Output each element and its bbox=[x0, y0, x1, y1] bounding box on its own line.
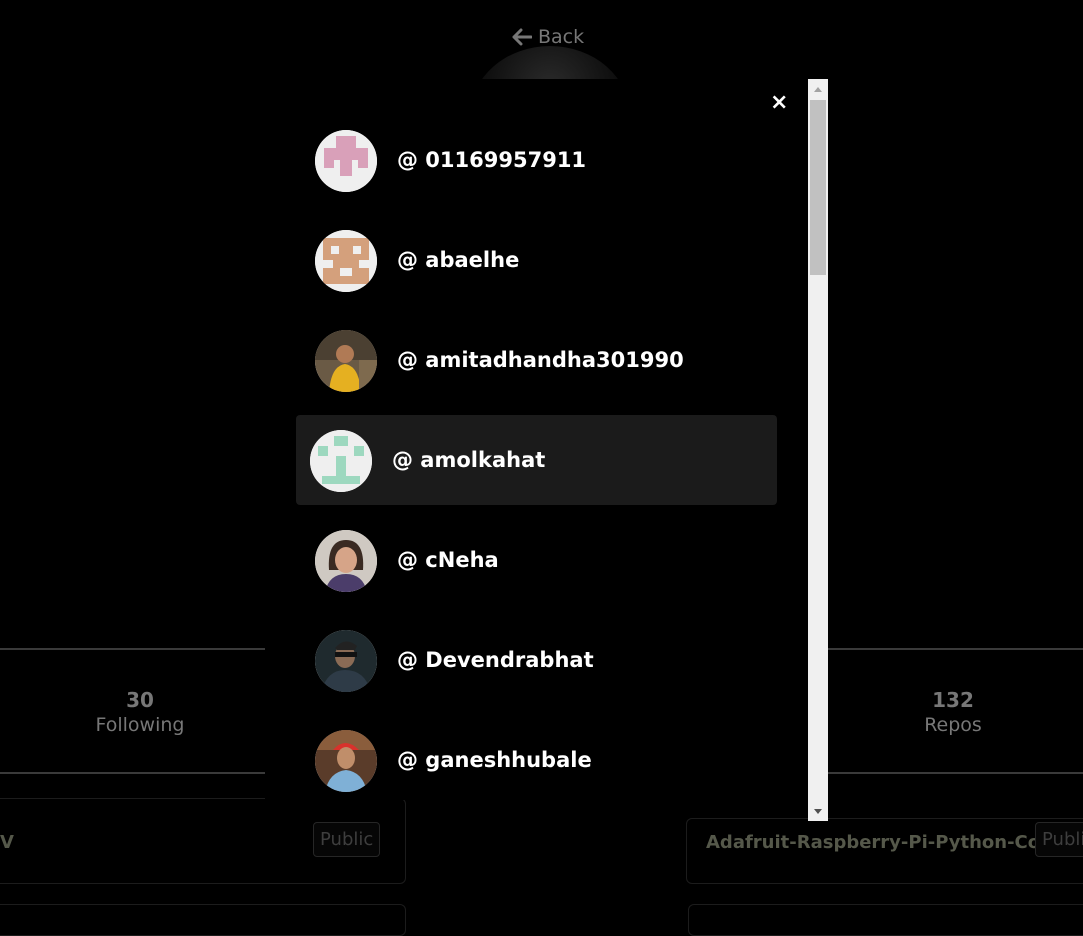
user-list-item[interactable]: @ cNeha bbox=[296, 515, 777, 605]
user-list-item[interactable]: @ ganeshhubale bbox=[296, 715, 777, 800]
stat-repos-label: Repos bbox=[924, 714, 982, 736]
user-list-item[interactable]: @ 01169957911 bbox=[296, 115, 777, 205]
visibility-badge: Publi bbox=[1035, 822, 1083, 857]
user-avatar bbox=[310, 430, 372, 492]
divider bbox=[0, 648, 265, 650]
visibility-badge: Public bbox=[313, 822, 381, 857]
stat-repos[interactable]: 132 Repos bbox=[893, 688, 1013, 736]
user-list-item-highlighted[interactable]: @ amolkahat bbox=[296, 415, 777, 505]
divider bbox=[828, 648, 1083, 650]
user-list-item[interactable]: @ abaelhe bbox=[296, 215, 777, 305]
modal-scrollbar[interactable] bbox=[808, 79, 828, 821]
user-handle: @ Devendrabhat bbox=[397, 648, 594, 672]
stat-following-label: Following bbox=[95, 714, 185, 736]
repo-name[interactable]: Adafruit-Raspberry-Pi-Python-Code bbox=[706, 832, 1065, 853]
user-handle: @ amolkahat bbox=[392, 448, 546, 472]
stat-repos-value: 132 bbox=[932, 688, 974, 712]
scrollbar-thumb[interactable] bbox=[810, 100, 826, 275]
divider bbox=[0, 772, 265, 774]
scroll-down-arrow-icon[interactable] bbox=[808, 801, 828, 821]
user-avatar bbox=[315, 230, 377, 292]
user-handle: @ amitadhandha301990 bbox=[397, 348, 684, 372]
user-list-item[interactable]: @ Devendrabhat bbox=[296, 615, 777, 705]
back-label: Back bbox=[538, 26, 585, 48]
repo-card[interactable] bbox=[0, 904, 406, 936]
stat-following[interactable]: 30 Following bbox=[80, 688, 200, 736]
user-handle: @ cNeha bbox=[397, 548, 499, 572]
user-handle: @ abaelhe bbox=[397, 248, 520, 272]
close-icon[interactable]: × bbox=[770, 91, 788, 115]
stat-following-value: 30 bbox=[126, 688, 154, 712]
user-list-item[interactable]: @ amitadhandha301990 bbox=[296, 315, 777, 405]
user-handle: @ 01169957911 bbox=[397, 148, 587, 172]
user-avatar bbox=[315, 730, 377, 792]
divider bbox=[828, 772, 1083, 774]
user-avatar bbox=[315, 130, 377, 192]
user-handle: @ ganeshhubale bbox=[397, 748, 592, 772]
user-avatar bbox=[315, 330, 377, 392]
user-avatar bbox=[315, 530, 377, 592]
user-avatar bbox=[315, 630, 377, 692]
scroll-up-arrow-icon[interactable] bbox=[808, 79, 828, 99]
following-modal: × @ 01169957911 @ abaelhe @ amitadhandha… bbox=[265, 79, 808, 800]
arrow-left-icon bbox=[512, 28, 532, 46]
repo-name[interactable]: V bbox=[0, 832, 14, 853]
back-button[interactable]: Back bbox=[512, 26, 584, 48]
repo-card[interactable] bbox=[688, 904, 1083, 936]
